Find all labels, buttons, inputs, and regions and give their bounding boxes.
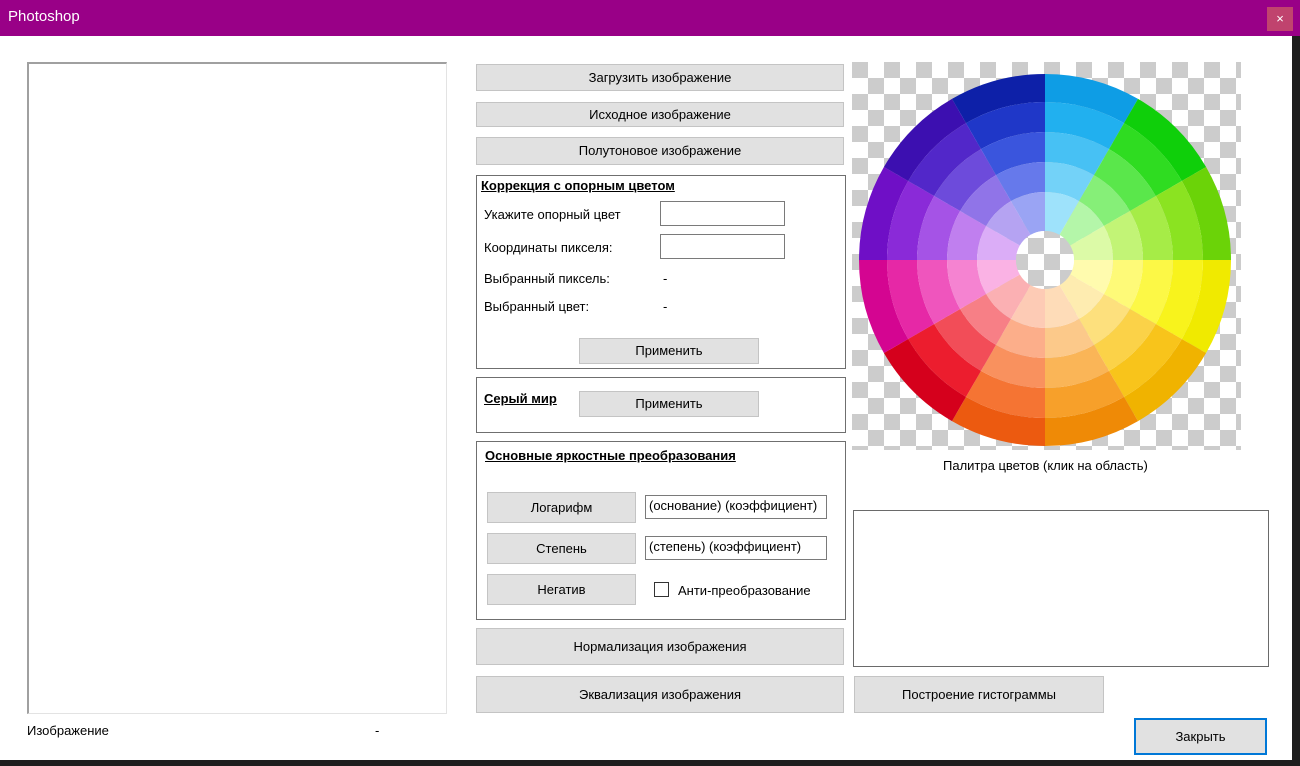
histogram-box [853,510,1269,667]
gray-world-group: Серый мир Применить [476,377,846,433]
palette-caption: Палитра цветов (клик на область) [943,458,1148,473]
window-title: Photoshop [8,8,80,25]
negative-button[interactable]: Негатив [487,574,636,605]
image-info-value: - [375,723,380,738]
selected-pixel-label: Выбранный пиксель: [484,271,610,286]
grayscale-image-button[interactable]: Полутоновое изображение [476,137,844,165]
close-button[interactable]: Закрыть [1134,718,1267,755]
reference-apply-button[interactable]: Применить [579,338,759,364]
pixel-coords-label: Координаты пикселя: [484,240,613,255]
gray-world-apply-button[interactable]: Применить [579,391,759,417]
ref-color-label: Укажите опорный цвет [484,207,621,222]
log-button[interactable]: Логарифм [487,492,636,523]
load-image-button[interactable]: Загрузить изображение [476,64,844,91]
title-bar: Photoshop × [0,0,1300,36]
original-image-button[interactable]: Исходное изображение [476,102,844,127]
normalize-button[interactable]: Нормализация изображения [476,628,844,665]
palette-center-hole [1016,231,1074,289]
selected-color-label: Выбранный цвет: [484,299,590,314]
close-icon: × [1276,11,1284,26]
brightness-group: Основные яркостные преобразования Логари… [476,441,846,620]
pixel-coords-input[interactable] [660,234,785,259]
brightness-title: Основные яркостные преобразования [485,448,736,463]
color-palette[interactable] [852,62,1241,450]
power-button[interactable]: Степень [487,533,636,564]
equalize-button[interactable]: Эквализация изображения [476,676,844,713]
anti-transform-checkbox[interactable] [654,582,669,597]
power-params-input[interactable]: (степень) (коэффициент) [645,536,827,560]
main-form: Изображение - Загрузить изображение Исхо… [0,36,1292,760]
gray-world-title: Серый мир [484,391,557,406]
reference-correction-title: Коррекция с опорным цветом [481,178,675,193]
selected-color-value: - [663,299,668,314]
image-caption: Изображение [27,723,109,738]
ref-color-input[interactable] [660,201,785,226]
histogram-button[interactable]: Построение гистограммы [854,676,1104,713]
log-params-input[interactable]: (основание) (коэффициент) [645,495,827,519]
anti-transform-label: Анти-преобразование [678,583,811,598]
image-picture-box[interactable] [27,62,447,714]
reference-correction-group: Коррекция с опорным цветом Укажите опорн… [476,175,846,369]
selected-pixel-value: - [663,271,668,286]
window-close-button[interactable]: × [1267,7,1293,31]
